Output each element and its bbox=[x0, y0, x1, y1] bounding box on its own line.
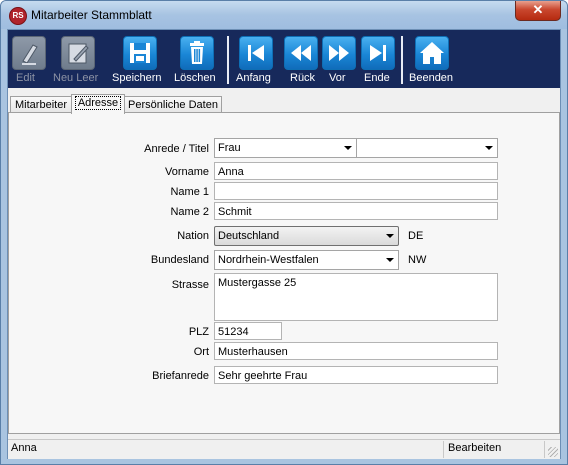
status-divider bbox=[443, 441, 444, 458]
quit-button[interactable]: Beenden bbox=[407, 34, 455, 86]
main-window: RS Mitarbeiter Stammblatt ✕ Edit Neu Lee… bbox=[0, 0, 568, 465]
zip-label: PLZ bbox=[188, 326, 209, 338]
salutation-dropdown[interactable]: Frau bbox=[214, 138, 357, 158]
toolbar: Edit Neu Leer Speichern Löschen Anfang R… bbox=[8, 30, 560, 88]
letter-salutation-field[interactable]: Sehr geehrte Frau bbox=[214, 366, 498, 384]
state-dropdown[interactable]: Nordrhein-Westfalen bbox=[214, 250, 399, 270]
address-panel: Anrede / Titel Frau Vorname Anna Name 1 … bbox=[8, 112, 560, 434]
salutation-label: Anrede / Titel bbox=[144, 143, 209, 155]
nation-label: Nation bbox=[177, 230, 209, 242]
street-label: Strasse bbox=[171, 279, 209, 291]
title-bar[interactable]: RS Mitarbeiter Stammblatt ✕ bbox=[1, 1, 567, 29]
window-title: Mitarbeiter Stammblatt bbox=[31, 8, 152, 22]
status-bar: Anna Bearbeiten bbox=[8, 439, 560, 459]
title-dropdown[interactable] bbox=[356, 138, 498, 158]
trash-icon bbox=[180, 36, 214, 70]
pen-icon bbox=[12, 36, 46, 70]
rewind-icon bbox=[284, 36, 318, 70]
save-button[interactable]: Speichern bbox=[110, 34, 168, 86]
fast-forward-icon bbox=[322, 36, 356, 70]
zip-field[interactable]: 51234 bbox=[214, 322, 282, 340]
firstname-label: Vorname bbox=[164, 166, 209, 178]
letter-salutation-label: Briefanrede bbox=[152, 370, 209, 382]
tab-strip: Mitarbeiter Adresse Persönliche Daten bbox=[8, 94, 560, 114]
previous-record-button[interactable]: Rück bbox=[281, 34, 321, 86]
tab-address[interactable]: Adresse bbox=[71, 94, 125, 114]
chevron-down-icon bbox=[386, 234, 394, 238]
client-area: Edit Neu Leer Speichern Löschen Anfang R… bbox=[7, 29, 561, 459]
new-empty-button[interactable]: Neu Leer bbox=[50, 34, 108, 86]
home-icon bbox=[415, 36, 449, 70]
first-record-button[interactable]: Anfang bbox=[233, 34, 277, 86]
state-code: NW bbox=[408, 254, 427, 266]
name2-label: Name 2 bbox=[170, 206, 209, 218]
nation-dropdown[interactable]: Deutschland bbox=[214, 226, 399, 246]
state-label: Bundesland bbox=[150, 254, 209, 266]
skip-last-icon bbox=[361, 36, 395, 70]
delete-button[interactable]: Löschen bbox=[172, 34, 222, 86]
chevron-down-icon bbox=[485, 146, 493, 150]
save-disk-icon bbox=[123, 36, 157, 70]
app-icon: RS bbox=[9, 7, 27, 25]
edit-button[interactable]: Edit bbox=[8, 34, 48, 86]
tab-employee[interactable]: Mitarbeiter bbox=[10, 96, 72, 113]
city-label: Ort bbox=[193, 346, 209, 358]
skip-first-icon bbox=[239, 36, 273, 70]
name1-label: Name 1 bbox=[170, 186, 209, 198]
edit-document-icon bbox=[61, 36, 95, 70]
chevron-down-icon bbox=[386, 258, 394, 262]
status-mode: Bearbeiten bbox=[448, 442, 502, 454]
firstname-field[interactable]: Anna bbox=[214, 162, 498, 180]
close-button[interactable]: ✕ bbox=[515, 1, 561, 21]
chevron-down-icon bbox=[344, 146, 352, 150]
street-field[interactable]: Mustergasse 25 bbox=[214, 273, 498, 321]
tab-personal-data[interactable]: Persönliche Daten bbox=[124, 96, 222, 113]
resize-grip[interactable] bbox=[548, 447, 558, 457]
toolbar-separator bbox=[227, 36, 229, 84]
toolbar-separator bbox=[401, 36, 403, 84]
city-field[interactable]: Musterhausen bbox=[214, 342, 498, 360]
name1-field[interactable] bbox=[214, 182, 498, 200]
name2-field[interactable]: Schmit bbox=[214, 202, 498, 220]
status-current-record: Anna bbox=[11, 442, 37, 454]
status-divider bbox=[544, 441, 545, 458]
nation-code: DE bbox=[408, 230, 424, 242]
last-record-button[interactable]: Ende bbox=[359, 34, 397, 86]
next-record-button[interactable]: Vor bbox=[321, 34, 357, 86]
